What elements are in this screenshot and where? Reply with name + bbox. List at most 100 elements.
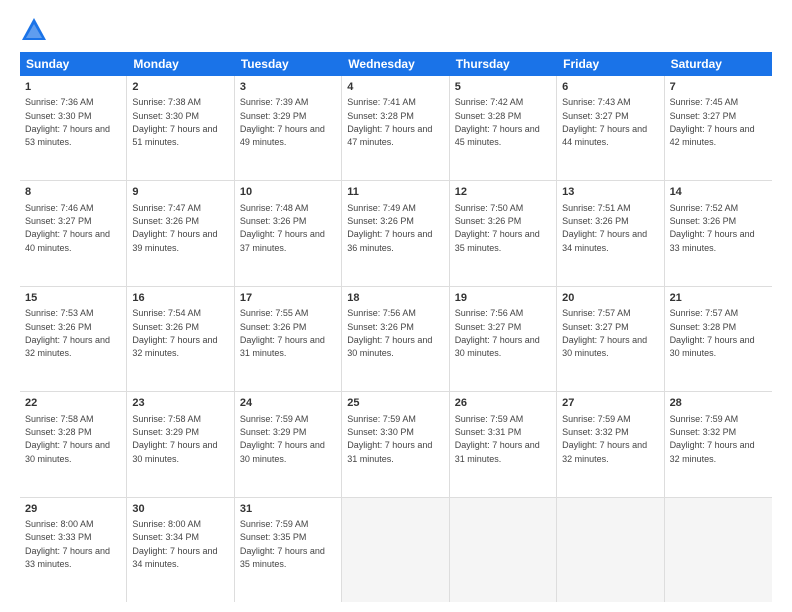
day-number: 29 xyxy=(25,502,121,517)
day-number: 3 xyxy=(240,80,336,95)
day-number: 20 xyxy=(562,291,658,306)
calendar-row: 1 Sunrise: 7:36 AMSunset: 3:30 PMDayligh… xyxy=(20,76,772,181)
cell-info: Sunrise: 7:41 AMSunset: 3:28 PMDaylight:… xyxy=(347,97,432,147)
calendar-cell: 26 Sunrise: 7:59 AMSunset: 3:31 PMDaylig… xyxy=(450,392,557,496)
cell-info: Sunrise: 7:48 AMSunset: 3:26 PMDaylight:… xyxy=(240,203,325,253)
calendar-cell: 14 Sunrise: 7:52 AMSunset: 3:26 PMDaylig… xyxy=(665,181,772,285)
day-header: Sunday xyxy=(20,52,127,76)
cell-info: Sunrise: 7:43 AMSunset: 3:27 PMDaylight:… xyxy=(562,97,647,147)
calendar-cell: 5 Sunrise: 7:42 AMSunset: 3:28 PMDayligh… xyxy=(450,76,557,180)
calendar-cell xyxy=(342,498,449,602)
day-number: 24 xyxy=(240,396,336,411)
calendar-row: 15 Sunrise: 7:53 AMSunset: 3:26 PMDaylig… xyxy=(20,287,772,392)
calendar-cell: 7 Sunrise: 7:45 AMSunset: 3:27 PMDayligh… xyxy=(665,76,772,180)
calendar-cell: 8 Sunrise: 7:46 AMSunset: 3:27 PMDayligh… xyxy=(20,181,127,285)
page: SundayMondayTuesdayWednesdayThursdayFrid… xyxy=(0,0,792,612)
cell-info: Sunrise: 7:58 AMSunset: 3:29 PMDaylight:… xyxy=(132,414,217,464)
calendar-cell: 6 Sunrise: 7:43 AMSunset: 3:27 PMDayligh… xyxy=(557,76,664,180)
calendar-cell: 27 Sunrise: 7:59 AMSunset: 3:32 PMDaylig… xyxy=(557,392,664,496)
calendar-cell: 18 Sunrise: 7:56 AMSunset: 3:26 PMDaylig… xyxy=(342,287,449,391)
day-header: Monday xyxy=(127,52,234,76)
cell-info: Sunrise: 8:00 AMSunset: 3:34 PMDaylight:… xyxy=(132,519,217,569)
cell-info: Sunrise: 7:47 AMSunset: 3:26 PMDaylight:… xyxy=(132,203,217,253)
calendar-cell: 10 Sunrise: 7:48 AMSunset: 3:26 PMDaylig… xyxy=(235,181,342,285)
calendar-row: 8 Sunrise: 7:46 AMSunset: 3:27 PMDayligh… xyxy=(20,181,772,286)
calendar-cell: 29 Sunrise: 8:00 AMSunset: 3:33 PMDaylig… xyxy=(20,498,127,602)
cell-info: Sunrise: 7:59 AMSunset: 3:29 PMDaylight:… xyxy=(240,414,325,464)
day-number: 14 xyxy=(670,185,767,200)
day-number: 27 xyxy=(562,396,658,411)
logo-icon xyxy=(20,16,48,44)
calendar-cell: 11 Sunrise: 7:49 AMSunset: 3:26 PMDaylig… xyxy=(342,181,449,285)
calendar-header: SundayMondayTuesdayWednesdayThursdayFrid… xyxy=(20,52,772,76)
cell-info: Sunrise: 7:46 AMSunset: 3:27 PMDaylight:… xyxy=(25,203,110,253)
calendar-cell: 13 Sunrise: 7:51 AMSunset: 3:26 PMDaylig… xyxy=(557,181,664,285)
calendar-cell: 23 Sunrise: 7:58 AMSunset: 3:29 PMDaylig… xyxy=(127,392,234,496)
day-number: 25 xyxy=(347,396,443,411)
cell-info: Sunrise: 7:58 AMSunset: 3:28 PMDaylight:… xyxy=(25,414,110,464)
day-number: 22 xyxy=(25,396,121,411)
calendar-cell: 22 Sunrise: 7:58 AMSunset: 3:28 PMDaylig… xyxy=(20,392,127,496)
day-number: 13 xyxy=(562,185,658,200)
calendar-cell: 24 Sunrise: 7:59 AMSunset: 3:29 PMDaylig… xyxy=(235,392,342,496)
calendar-cell: 1 Sunrise: 7:36 AMSunset: 3:30 PMDayligh… xyxy=(20,76,127,180)
day-number: 11 xyxy=(347,185,443,200)
day-number: 2 xyxy=(132,80,228,95)
calendar-body: 1 Sunrise: 7:36 AMSunset: 3:30 PMDayligh… xyxy=(20,76,772,602)
day-number: 4 xyxy=(347,80,443,95)
day-header: Thursday xyxy=(450,52,557,76)
day-number: 26 xyxy=(455,396,551,411)
calendar: SundayMondayTuesdayWednesdayThursdayFrid… xyxy=(20,52,772,602)
day-header: Wednesday xyxy=(342,52,449,76)
day-number: 28 xyxy=(670,396,767,411)
calendar-cell: 31 Sunrise: 7:59 AMSunset: 3:35 PMDaylig… xyxy=(235,498,342,602)
calendar-cell: 21 Sunrise: 7:57 AMSunset: 3:28 PMDaylig… xyxy=(665,287,772,391)
cell-info: Sunrise: 7:39 AMSunset: 3:29 PMDaylight:… xyxy=(240,97,325,147)
cell-info: Sunrise: 7:59 AMSunset: 3:35 PMDaylight:… xyxy=(240,519,325,569)
day-header: Saturday xyxy=(665,52,772,76)
cell-info: Sunrise: 8:00 AMSunset: 3:33 PMDaylight:… xyxy=(25,519,110,569)
day-number: 18 xyxy=(347,291,443,306)
cell-info: Sunrise: 7:59 AMSunset: 3:32 PMDaylight:… xyxy=(562,414,647,464)
cell-info: Sunrise: 7:56 AMSunset: 3:27 PMDaylight:… xyxy=(455,308,540,358)
calendar-cell: 20 Sunrise: 7:57 AMSunset: 3:27 PMDaylig… xyxy=(557,287,664,391)
cell-info: Sunrise: 7:38 AMSunset: 3:30 PMDaylight:… xyxy=(132,97,217,147)
calendar-cell: 16 Sunrise: 7:54 AMSunset: 3:26 PMDaylig… xyxy=(127,287,234,391)
day-number: 7 xyxy=(670,80,767,95)
cell-info: Sunrise: 7:56 AMSunset: 3:26 PMDaylight:… xyxy=(347,308,432,358)
calendar-cell: 17 Sunrise: 7:55 AMSunset: 3:26 PMDaylig… xyxy=(235,287,342,391)
cell-info: Sunrise: 7:50 AMSunset: 3:26 PMDaylight:… xyxy=(455,203,540,253)
calendar-cell: 3 Sunrise: 7:39 AMSunset: 3:29 PMDayligh… xyxy=(235,76,342,180)
cell-info: Sunrise: 7:59 AMSunset: 3:31 PMDaylight:… xyxy=(455,414,540,464)
cell-info: Sunrise: 7:45 AMSunset: 3:27 PMDaylight:… xyxy=(670,97,755,147)
day-number: 6 xyxy=(562,80,658,95)
day-number: 21 xyxy=(670,291,767,306)
header xyxy=(20,16,772,44)
calendar-cell: 25 Sunrise: 7:59 AMSunset: 3:30 PMDaylig… xyxy=(342,392,449,496)
day-number: 5 xyxy=(455,80,551,95)
day-number: 19 xyxy=(455,291,551,306)
calendar-row: 22 Sunrise: 7:58 AMSunset: 3:28 PMDaylig… xyxy=(20,392,772,497)
day-number: 16 xyxy=(132,291,228,306)
cell-info: Sunrise: 7:42 AMSunset: 3:28 PMDaylight:… xyxy=(455,97,540,147)
cell-info: Sunrise: 7:54 AMSunset: 3:26 PMDaylight:… xyxy=(132,308,217,358)
calendar-cell xyxy=(450,498,557,602)
cell-info: Sunrise: 7:51 AMSunset: 3:26 PMDaylight:… xyxy=(562,203,647,253)
day-number: 10 xyxy=(240,185,336,200)
cell-info: Sunrise: 7:57 AMSunset: 3:27 PMDaylight:… xyxy=(562,308,647,358)
calendar-cell: 9 Sunrise: 7:47 AMSunset: 3:26 PMDayligh… xyxy=(127,181,234,285)
calendar-cell: 2 Sunrise: 7:38 AMSunset: 3:30 PMDayligh… xyxy=(127,76,234,180)
day-number: 9 xyxy=(132,185,228,200)
day-number: 17 xyxy=(240,291,336,306)
cell-info: Sunrise: 7:49 AMSunset: 3:26 PMDaylight:… xyxy=(347,203,432,253)
day-number: 31 xyxy=(240,502,336,517)
day-header: Friday xyxy=(557,52,664,76)
day-number: 1 xyxy=(25,80,121,95)
calendar-cell: 19 Sunrise: 7:56 AMSunset: 3:27 PMDaylig… xyxy=(450,287,557,391)
calendar-cell xyxy=(665,498,772,602)
calendar-row: 29 Sunrise: 8:00 AMSunset: 3:33 PMDaylig… xyxy=(20,498,772,602)
cell-info: Sunrise: 7:57 AMSunset: 3:28 PMDaylight:… xyxy=(670,308,755,358)
day-number: 8 xyxy=(25,185,121,200)
day-header: Tuesday xyxy=(235,52,342,76)
cell-info: Sunrise: 7:36 AMSunset: 3:30 PMDaylight:… xyxy=(25,97,110,147)
